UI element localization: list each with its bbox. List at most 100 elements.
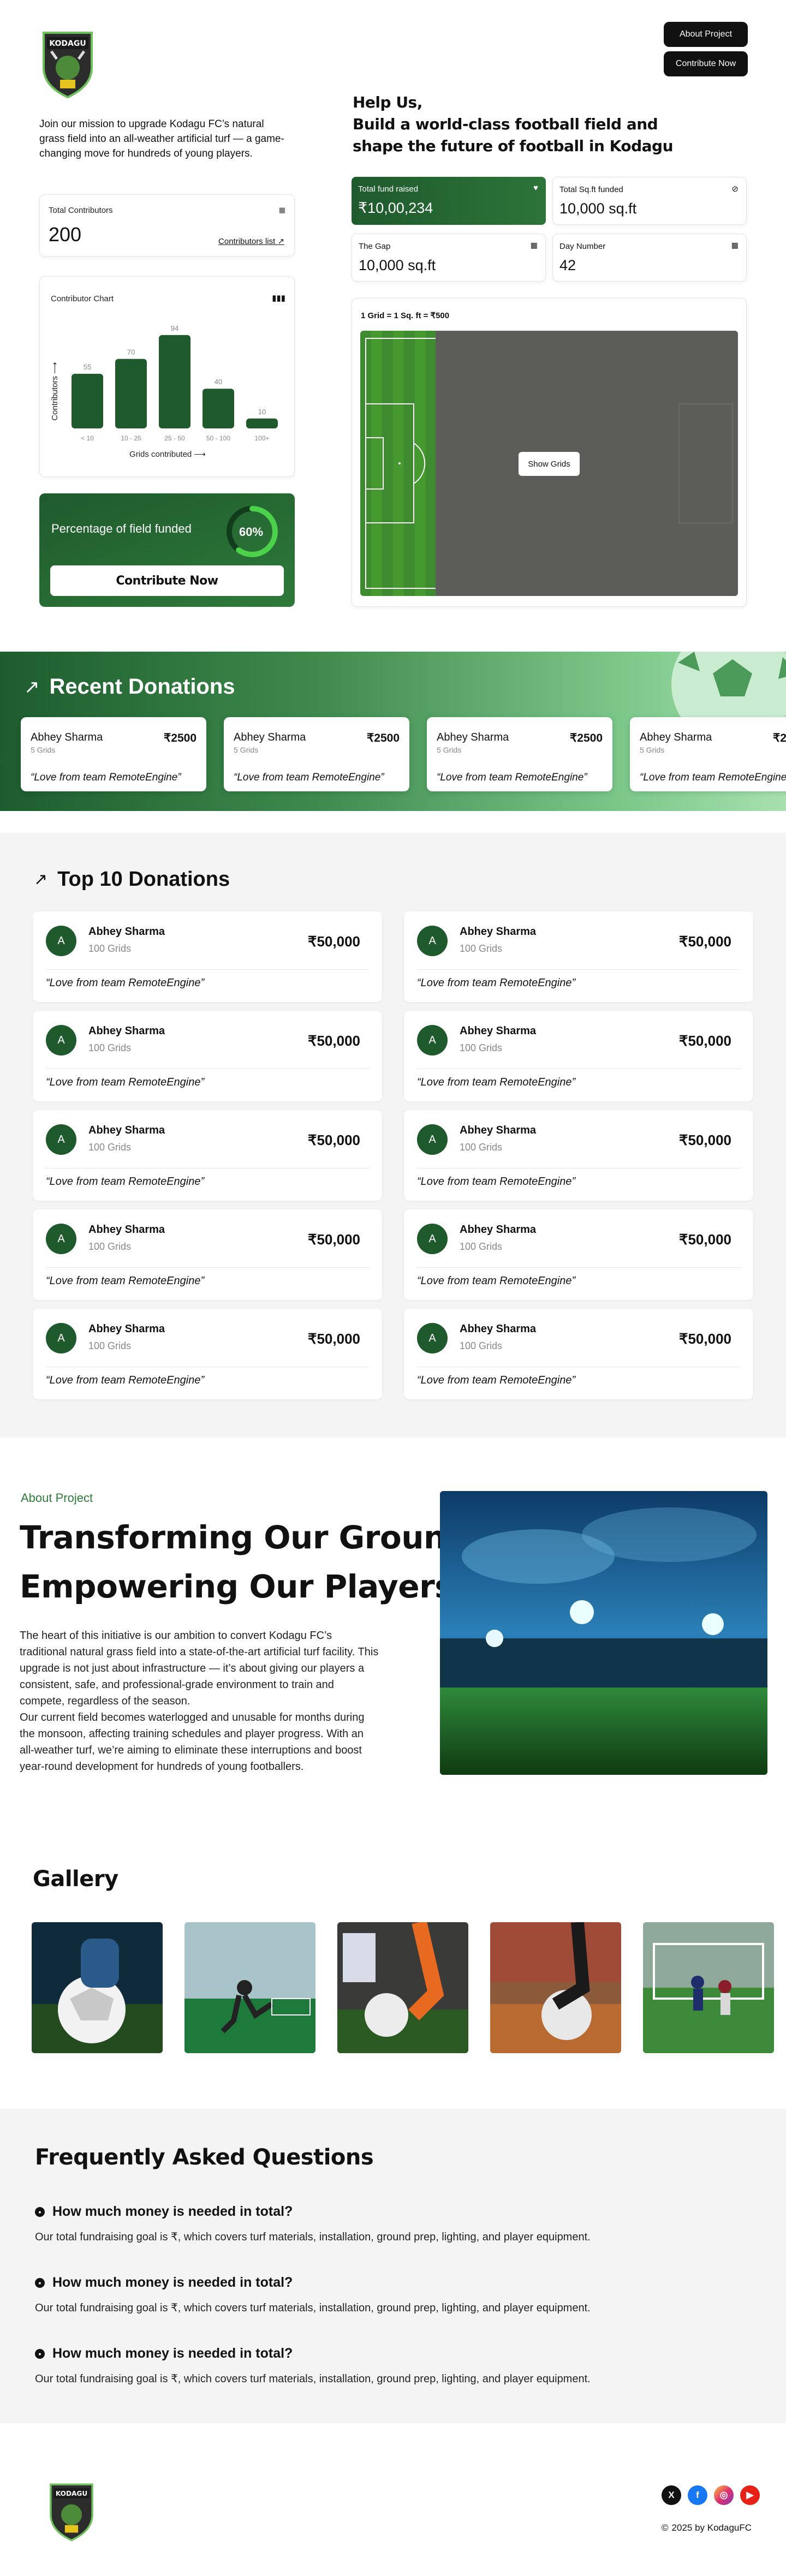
mission-text: Join our mission to upgrade Kodagu FC’s … <box>39 118 284 159</box>
avatar: A <box>46 926 76 956</box>
avatar: A <box>46 1323 76 1353</box>
x-tick-label: 50 - 100 <box>206 434 230 442</box>
faq-question[interactable]: • How much money is needed in total? <box>35 2204 293 2220</box>
avatar: A <box>46 1124 76 1155</box>
avatar: A <box>417 1124 448 1155</box>
donation-card[interactable]: A Abhey Sharma 100 Grids ₹50,000 “Love f… <box>404 1110 753 1201</box>
donation-card[interactable]: A Abhey Sharma 100 Grids ₹50,000 “Love f… <box>404 1209 753 1300</box>
funded-progress-ring: 60% <box>227 506 278 557</box>
divider <box>46 1267 369 1268</box>
chart-bar <box>159 335 190 428</box>
recent-donations-heading: ↗ Recent Donations <box>24 675 235 699</box>
about-title: Transforming Our Ground, Empowering Our … <box>20 1519 480 1605</box>
recent-donation-card[interactable]: Abhey Sharma 5 Grids ₹2500 “Love from te… <box>224 717 409 791</box>
top-donations-section: ↗ Top 10 Donations A Abhey Sharma 100 Gr… <box>0 833 786 1438</box>
y-axis-label: Contributors ⟶ <box>50 362 59 420</box>
faq-section: Frequently Asked Questions • How much mo… <box>0 2109 786 2423</box>
avatar: A <box>417 1323 448 1353</box>
stadium-image <box>440 1491 767 1775</box>
recent-donation-card[interactable]: Abhey Sharma 5 Grids ₹2500 “Love from te… <box>21 717 206 791</box>
faq-answer: Our total fundraising goal is ₹, which c… <box>35 2373 591 2385</box>
contribute-now-header-button[interactable]: Contribute Now <box>664 51 748 76</box>
x-tick-label: 10 - 25 <box>121 434 141 442</box>
donation-card[interactable]: A Abhey Sharma 100 Grids ₹50,000 “Love f… <box>33 1110 382 1201</box>
divider <box>417 1267 740 1268</box>
gallery-image-ball[interactable] <box>32 1922 163 2053</box>
divider <box>46 969 369 970</box>
contributor-chart-card: Contributor Chart ▮▮▮ 55 < 10 70 10 - 25 94 2… <box>39 276 295 477</box>
facebook-icon[interactable]: f <box>688 2485 707 2505</box>
gallery-image-dirt-ball[interactable] <box>490 1922 621 2053</box>
gallery-image-match[interactable] <box>643 1922 774 2053</box>
bar-value-label: 40 <box>215 378 222 386</box>
total-contributors-value: 200 <box>49 223 82 246</box>
heart-icon: ♥ <box>533 183 538 193</box>
grid-caption: 1 Grid = 1 Sq. ft = ₹500 <box>361 311 450 320</box>
help-heading: Help Us, Build a world-class football fi… <box>353 93 674 155</box>
x-tick-label: 25 - 50 <box>164 434 185 442</box>
avatar: A <box>46 1224 76 1254</box>
instagram-icon[interactable]: ◎ <box>714 2485 734 2505</box>
about-eyebrow: About Project <box>21 1491 93 1505</box>
chart-bar <box>203 389 234 428</box>
gallery-image-kick[interactable] <box>184 1922 315 2053</box>
show-grids-button[interactable]: Show Grids <box>519 452 580 476</box>
toggle-icon: • <box>35 2348 45 2359</box>
chart-bar <box>246 418 278 428</box>
faq-question[interactable]: • How much money is needed in total? <box>35 2346 293 2362</box>
bar-value-label: 55 <box>84 363 91 371</box>
recent-donation-card[interactable]: Abhey Sharma 5 Grids ₹2500 “Love from te… <box>630 717 786 791</box>
circle-slash-icon: ⊘ <box>731 184 739 194</box>
stat-day-number: Day Number ▦ 42 <box>552 234 747 282</box>
footer-logo[interactable]: KODAGU <box>47 2478 96 2542</box>
donation-card[interactable]: A Abhey Sharma 100 Grids ₹50,000 “Love f… <box>33 911 382 1002</box>
funded-card: Percentage of field funded 60% Contribut… <box>39 493 295 607</box>
avatar: A <box>417 926 448 956</box>
faq-title: Frequently Asked Questions <box>35 2145 374 2170</box>
bar-value-label: 94 <box>171 324 178 332</box>
about-project-button[interactable]: About Project <box>664 22 748 47</box>
x-axis-label: Grids contributed ⟶ <box>129 450 206 459</box>
svg-text:KODAGU: KODAGU <box>56 2490 87 2497</box>
contribute-now-button[interactable]: Contribute Now <box>50 565 284 596</box>
arrow-up-right-icon: ↗ <box>277 237 284 246</box>
chart-bar <box>72 373 103 428</box>
recent-donation-card[interactable]: Abhey Sharma 5 Grids ₹2500 “Love from te… <box>427 717 612 791</box>
donation-card[interactable]: A Abhey Sharma 100 Grids ₹50,000 “Love f… <box>404 1011 753 1101</box>
top-donations-heading: ↗ Top 10 Donations <box>34 868 230 891</box>
total-contributors-card: Total Contributors ▦ 200 Contributors li… <box>39 194 295 257</box>
contributors-list-link[interactable]: Contributors list ↗ <box>218 236 284 246</box>
avatar: A <box>417 1025 448 1056</box>
youtube-icon[interactable]: ▶ <box>740 2485 760 2505</box>
bar-value-label: 70 <box>127 348 135 356</box>
kodagu-logo[interactable]: KODAGU <box>39 25 96 99</box>
x-icon[interactable]: X <box>662 2485 681 2505</box>
faq-answer: Our total fundraising goal is ₹, which c… <box>35 2231 591 2243</box>
about-description: The heart of this initiative is our ambi… <box>20 1630 379 1773</box>
football-field[interactable]: Show Grids <box>360 331 738 596</box>
gallery-image-boots[interactable] <box>337 1922 468 2053</box>
football-decoration-icon <box>671 652 786 723</box>
faq-answer: Our total fundraising goal is ₹, which c… <box>35 2302 591 2314</box>
avatar: A <box>417 1224 448 1254</box>
x-tick-label: 100+ <box>254 434 269 442</box>
donation-card[interactable]: A Abhey Sharma 100 Grids ₹50,000 “Love f… <box>404 1309 753 1399</box>
funded-label: Percentage of field funded <box>51 522 192 535</box>
donation-card[interactable]: A Abhey Sharma 100 Grids ₹50,000 “Love f… <box>404 911 753 1002</box>
donation-card[interactable]: A Abhey Sharma 100 Grids ₹50,000 “Love f… <box>33 1309 382 1399</box>
toggle-icon: • <box>35 2207 45 2217</box>
toggle-icon: • <box>35 2277 45 2288</box>
recent-donations-section: ↗ Recent Donations Abhey Sharma 5 Grids … <box>0 652 786 811</box>
grid-icon: ▦ <box>278 206 285 214</box>
bar-value-label: 10 <box>258 408 266 416</box>
chart-bar <box>115 359 147 428</box>
donation-card[interactable]: A Abhey Sharma 100 Grids ₹50,000 “Love f… <box>33 1011 382 1101</box>
stat-sqft-funded: Total Sq.ft funded ⊘ 10,000 sq.ft <box>552 177 747 225</box>
faq-question[interactable]: • How much money is needed in total? <box>35 2275 293 2291</box>
copyright: © 2025 by KodaguFC <box>662 2523 752 2533</box>
divider <box>417 969 740 970</box>
donation-card[interactable]: A Abhey Sharma 100 Grids ₹50,000 “Love f… <box>33 1209 382 1300</box>
avatar: A <box>46 1025 76 1056</box>
arrow-up-right-icon: ↗ <box>24 676 40 697</box>
stat-total-fund: Total fund raised ♥ ₹10,00,234 <box>352 177 546 225</box>
